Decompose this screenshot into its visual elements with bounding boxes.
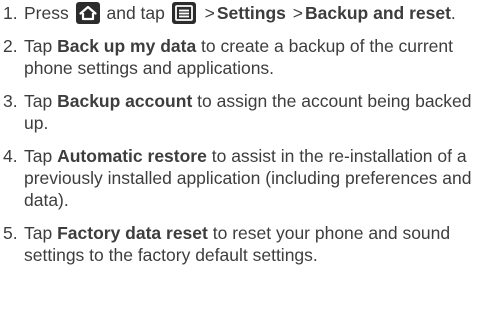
step-text: Tap — [24, 36, 53, 56]
factory-data-reset-label: Factory data reset — [57, 223, 208, 243]
step-3: 3. Tap Backup account to assign the acco… — [0, 90, 484, 134]
step-2: 2. Tap Back up my data to create a backu… — [0, 35, 484, 79]
step-number: 3. — [3, 91, 18, 111]
step-number: 2. — [3, 36, 18, 56]
step-1: 1. Press and tap > Settings > Backup and r… — [0, 0, 484, 24]
step-period: . — [450, 3, 456, 23]
home-icon — [75, 2, 100, 24]
backup-account-label: Backup account — [57, 91, 193, 111]
step-text: and tap — [106, 3, 165, 23]
step-text: Tap — [24, 146, 53, 166]
instruction-list: 1. Press and tap > Settings > Backup and r… — [0, 0, 484, 277]
step-text: Tap — [24, 91, 53, 111]
step-text: Press — [24, 3, 69, 23]
backup-and-reset-label: Backup and reset — [305, 3, 451, 23]
menu-icon — [171, 2, 196, 24]
separator-arrow: > — [204, 3, 215, 23]
step-text: Tap — [24, 223, 53, 243]
step-number: 5. — [3, 223, 18, 243]
step-number: 1. — [3, 3, 18, 23]
separator-arrow: > — [292, 3, 304, 23]
step-4: 4. Tap Automatic restore to assist in th… — [0, 145, 484, 211]
step-number: 4. — [3, 146, 18, 166]
back-up-my-data-label: Back up my data — [57, 36, 197, 56]
settings-label: Settings — [216, 3, 286, 23]
step-5: 5. Tap Factory data reset to reset your … — [0, 222, 484, 266]
automatic-restore-label: Automatic restore — [57, 146, 207, 166]
